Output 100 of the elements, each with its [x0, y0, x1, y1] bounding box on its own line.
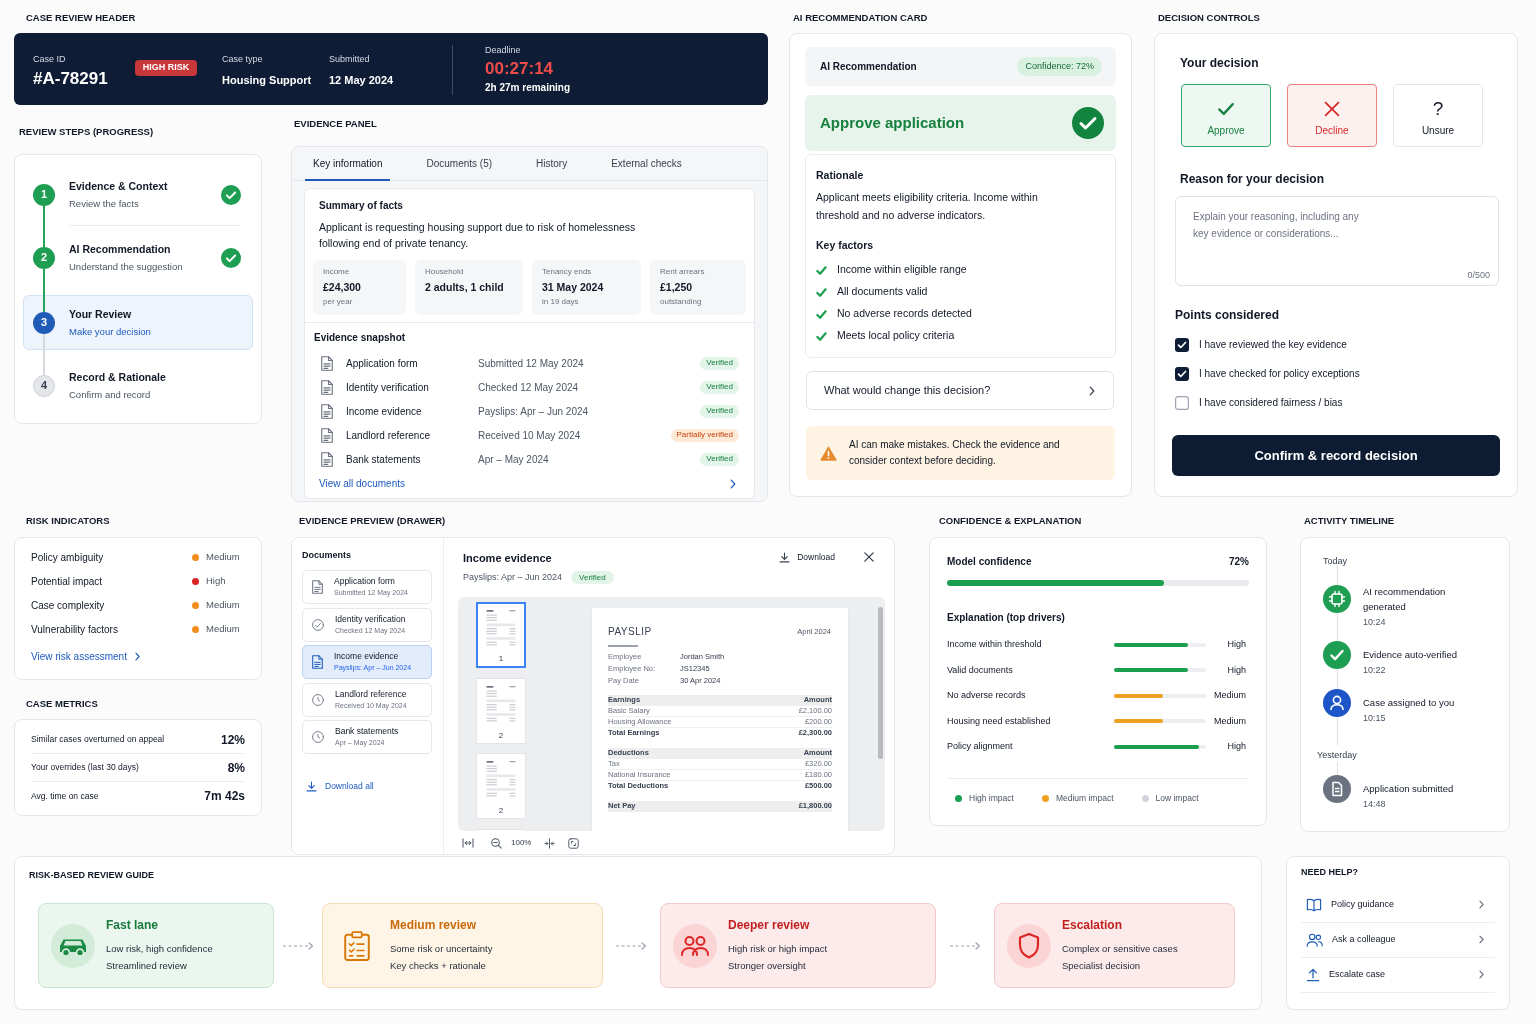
- risk-rating: High: [206, 573, 226, 588]
- case-id: #A-78291: [33, 68, 109, 90]
- metric-value: 7m 42s: [204, 788, 245, 805]
- review-step[interactable]: 3 Your Review Make your decision: [23, 295, 253, 350]
- collapse-icon[interactable]: [544, 837, 556, 849]
- fact-value: 2 adults, 1 child: [425, 280, 505, 294]
- decision-option[interactable]: Approve: [1181, 84, 1271, 147]
- lane-title: Medium review: [390, 917, 478, 933]
- driver-label: Valid documents: [947, 663, 1014, 677]
- chevron-right-icon: [1479, 900, 1484, 909]
- chevron-right-icon[interactable]: [730, 479, 736, 489]
- snapshot-title: Evidence snapshot: [314, 331, 407, 345]
- upload-icon: [1306, 967, 1320, 982]
- close-icon[interactable]: [864, 552, 874, 562]
- help-link[interactable]: Policy guidance: [1301, 887, 1495, 923]
- download-button[interactable]: Download: [779, 550, 835, 564]
- review-step[interactable]: 1 Evidence & Context Review the facts: [23, 163, 253, 226]
- chevron-right-icon: [1089, 385, 1095, 396]
- driver-rating: High: [1226, 638, 1247, 651]
- fullscreen-icon[interactable]: [568, 837, 580, 849]
- driver-rating: High: [1226, 740, 1247, 753]
- fact-note: in 19 days: [542, 296, 580, 307]
- document-icon: [321, 355, 333, 371]
- lane-description: Stronger oversight: [728, 959, 807, 973]
- download-icon: [779, 551, 791, 563]
- confirm-button[interactable]: Confirm & record decision: [1172, 435, 1500, 476]
- countdown-timer: 00:27:14: [485, 58, 555, 80]
- checkbox[interactable]: [1175, 395, 1189, 410]
- checkbox[interactable]: [1175, 366, 1189, 381]
- tab[interactable]: Key information: [305, 148, 391, 181]
- scrollbar[interactable]: [878, 607, 883, 759]
- status-badge: Verified: [700, 404, 739, 418]
- risk-rating: Medium: [206, 549, 240, 564]
- view-risk-assessment-link[interactable]: View risk assessment: [31, 649, 140, 663]
- warning-icon: [820, 445, 837, 461]
- tab[interactable]: Documents (5): [418, 148, 501, 181]
- car-icon: [51, 923, 95, 968]
- timeline-group-label: Yesterday: [1317, 749, 1358, 761]
- document-detail: Received 10 May 2024: [478, 428, 582, 443]
- status-badge: Partially verified: [670, 428, 739, 442]
- fact-label: Tenancy ends: [542, 266, 593, 277]
- fact-value: 31 May 2024: [542, 280, 605, 294]
- clock-icon: [312, 693, 324, 706]
- decision-option[interactable]: Decline: [1287, 84, 1377, 147]
- review-step[interactable]: 4 Record & Rationale Confirm and record: [23, 354, 253, 417]
- lane-description: High risk or high impact: [728, 942, 828, 956]
- step-title: Your Review: [69, 307, 133, 321]
- fit-width-icon[interactable]: [462, 838, 474, 848]
- verdict-text: Approve application: [820, 112, 965, 133]
- review-step[interactable]: 2 AI Recommendation Understand the suggestion: [23, 226, 253, 289]
- fact-value: £24,300: [323, 280, 362, 294]
- timeline-group-label: Today: [1323, 555, 1349, 567]
- activity-title: Application submitted: [1363, 782, 1455, 796]
- warning-text: AI can make mistakes. Check the evidence and consider context before deciding.: [849, 438, 1061, 468]
- check-icon: [1072, 107, 1104, 139]
- activity-time: 10:22: [1363, 664, 1387, 677]
- section-label: EVIDENCE PREVIEW (DRAWER): [298, 514, 447, 528]
- page-thumbnail[interactable]: 2: [476, 753, 526, 819]
- clock-icon: [312, 731, 324, 743]
- document-icon: [1323, 774, 1351, 803]
- checkbox[interactable]: [1175, 337, 1189, 352]
- document-icon: [312, 580, 323, 594]
- tab[interactable]: External checks: [603, 148, 690, 181]
- help-link[interactable]: Escalate case: [1301, 957, 1495, 993]
- view-all-documents-link[interactable]: View all documents: [319, 477, 405, 491]
- people-icon: [1306, 932, 1323, 947]
- decision-option[interactable]: ? Unsure: [1393, 84, 1483, 147]
- chevron-right-icon: [1479, 970, 1484, 979]
- zoom-out-icon[interactable]: [491, 837, 502, 849]
- document-icon: [312, 655, 323, 669]
- driver-rating: High: [1226, 663, 1247, 677]
- step-title: Evidence & Context: [69, 179, 169, 193]
- section-label: RISK-BASED REVIEW GUIDE: [29, 869, 155, 882]
- check-icon: [221, 247, 241, 268]
- checkbox-label: I have checked for policy exceptions: [1199, 367, 1360, 381]
- driver-label: Policy alignment: [947, 740, 1014, 753]
- document-detail: Apr – May 2024: [478, 452, 550, 467]
- download-all-link[interactable]: Download all: [306, 779, 374, 793]
- fact-label: Household: [425, 266, 465, 277]
- status-badge: Verified: [700, 356, 739, 370]
- document-detail: Checked 12 May 2024: [478, 380, 580, 395]
- viewer-title: Income evidence: [463, 551, 552, 566]
- risk-factor: Policy ambiguity: [31, 550, 105, 565]
- flow-arrow: [949, 941, 981, 950]
- step-subtitle: Confirm and record: [69, 388, 152, 401]
- metric-value: 12%: [220, 731, 245, 749]
- activity-title: Evidence auto-verified: [1363, 648, 1458, 662]
- page-thumbnail[interactable]: 1: [476, 602, 526, 668]
- check-circle-icon: [312, 618, 324, 631]
- lane-description: Some risk or uncertainty: [390, 942, 493, 956]
- checkbox-label: I have considered fairness / bias: [1199, 396, 1343, 410]
- key-factor: Meets local policy criteria: [837, 328, 955, 344]
- tab[interactable]: History: [528, 148, 576, 181]
- check-icon: [221, 184, 241, 205]
- document-name: Identity verification: [346, 380, 430, 395]
- what-if-button[interactable]: What would change this decision?: [806, 371, 1114, 410]
- page-thumbnail[interactable]: 2: [476, 677, 526, 744]
- help-link[interactable]: Ask a colleague: [1301, 922, 1495, 958]
- book-icon: [1306, 897, 1322, 912]
- document-icon: [321, 427, 333, 443]
